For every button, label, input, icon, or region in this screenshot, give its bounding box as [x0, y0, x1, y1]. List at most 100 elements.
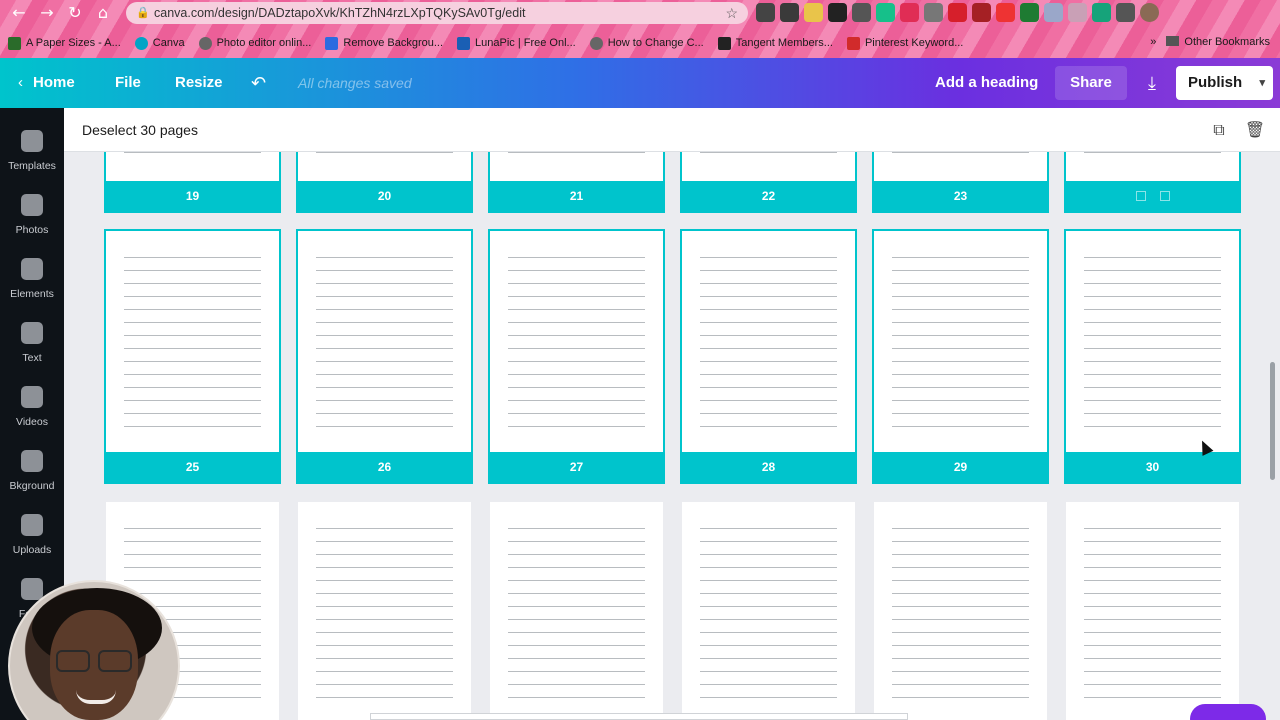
page-thumbnail[interactable]	[874, 502, 1047, 720]
resize-button[interactable]: Resize	[175, 58, 223, 108]
page-thumbnail[interactable]: 28	[680, 229, 857, 484]
page-thumbnail[interactable]: 23	[872, 152, 1049, 213]
extension-icon[interactable]	[852, 3, 871, 22]
address-bar[interactable]: 🔒 canva.com/design/DADztapoXvk/KhTZhN4rz…	[126, 2, 748, 24]
sidebar-item-text[interactable]: Text	[0, 308, 64, 372]
scrollbar-thumb[interactable]	[1270, 362, 1275, 480]
page-number: 30	[1064, 452, 1241, 484]
bookmark-favicon-icon	[325, 36, 339, 50]
extension-icon[interactable]	[780, 3, 799, 22]
page-thumbnail[interactable]	[682, 502, 855, 720]
page-number: 25	[104, 452, 281, 484]
extension-icon[interactable]	[756, 3, 775, 22]
globe-icon	[198, 36, 212, 50]
sidebar-item-background[interactable]: Bkground	[0, 436, 64, 500]
trash-icon[interactable]	[1159, 191, 1170, 201]
extension-icon[interactable]	[924, 3, 943, 22]
publish-button[interactable]: Publish ▾	[1176, 66, 1273, 100]
more-bookmarks-button[interactable]: »	[1150, 36, 1156, 48]
page-lines	[1084, 528, 1221, 710]
extension-icon[interactable]	[876, 3, 895, 22]
page-lines	[316, 257, 453, 439]
page-number: 22	[680, 181, 857, 213]
trash-icon[interactable]: 🗑	[1244, 119, 1266, 141]
bookmarks-bar: A Paper Sizes - A... Canva Photo editor …	[8, 33, 1272, 53]
duplicate-icon[interactable]: ⧉	[1208, 119, 1230, 141]
page-thumbnail[interactable]: 20	[296, 152, 473, 213]
extension-icon[interactable]	[1044, 3, 1063, 22]
extension-icon[interactable]	[1092, 3, 1111, 22]
other-bookmarks[interactable]: Other Bookmarks	[1166, 36, 1270, 48]
page-number: 19	[104, 181, 281, 213]
extension-icon[interactable]	[1020, 3, 1039, 22]
sidebar-item-photos[interactable]: Photos	[0, 180, 64, 244]
menu-icon[interactable]	[1116, 3, 1135, 22]
browser-chrome: ← → ↻ ⌂ 🔒 canva.com/design/DADztapoXvk/K…	[0, 0, 1280, 58]
page-lines	[1084, 257, 1221, 439]
extension-icon[interactable]	[996, 3, 1015, 22]
back-icon[interactable]: ←	[8, 3, 30, 23]
bookmark-item[interactable]: A Paper Sizes - A...	[8, 36, 121, 50]
duplicate-icon[interactable]	[1135, 191, 1146, 201]
page-thumbnail[interactable]: 27	[488, 229, 665, 484]
page-lines	[700, 528, 837, 710]
page-thumbnail[interactable]	[1066, 502, 1239, 720]
forward-icon[interactable]: →	[36, 3, 58, 23]
add-heading-button[interactable]: Add a heading	[935, 58, 1038, 108]
page-thumbnail[interactable]: 19	[104, 152, 281, 213]
page-thumbnail[interactable]: 25	[104, 229, 281, 484]
page-thumbnail[interactable]: 26	[296, 229, 473, 484]
help-button[interactable]	[1190, 704, 1266, 720]
sidebar-item-uploads[interactable]: Uploads	[0, 500, 64, 564]
page-thumbnail[interactable]: 30	[1064, 229, 1241, 484]
bookmark-item[interactable]: Tangent Members...	[717, 36, 833, 50]
lock-icon: 🔒	[136, 7, 150, 19]
bookmark-item[interactable]: How to Change C...	[589, 36, 704, 50]
bookmark-item[interactable]: LunaPic | Free Onl...	[457, 36, 576, 50]
bookmark-favicon-icon	[457, 36, 471, 50]
folder-icon	[1166, 36, 1180, 46]
reload-icon[interactable]: ↻	[64, 3, 86, 23]
page-thumbnail[interactable]	[1064, 152, 1241, 213]
page-lines	[508, 257, 645, 439]
bookmark-item[interactable]: Pinterest Keyword...	[846, 36, 963, 50]
sidebar-item-templates[interactable]: Templates	[0, 116, 64, 180]
star-icon[interactable]: ☆	[725, 2, 738, 24]
bookmark-item[interactable]: Photo editor onlin...	[198, 36, 311, 50]
sidebar-item-videos[interactable]: Videos	[0, 372, 64, 436]
extension-icon[interactable]	[1068, 3, 1087, 22]
page-lines	[1084, 152, 1221, 165]
home-icon[interactable]: ⌂	[92, 3, 114, 23]
deselect-pages-button[interactable]: Deselect 30 pages	[82, 108, 198, 152]
page-thumbnail[interactable]: 21	[488, 152, 665, 213]
pinterest-icon[interactable]	[900, 3, 919, 22]
page-number: 26	[296, 452, 473, 484]
bookmark-item[interactable]: Remove Backgrou...	[325, 36, 443, 50]
canva-favicon-icon	[134, 36, 148, 50]
elements-icon	[21, 258, 43, 280]
sidebar-item-elements[interactable]: Elements	[0, 244, 64, 308]
chevron-down-icon: ▾	[1259, 77, 1265, 89]
extension-icon[interactable]	[828, 3, 847, 22]
page-thumbnail[interactable]	[490, 502, 663, 720]
home-button[interactable]: ‹ Home	[18, 58, 75, 108]
page-grid: 19 20 21 22 23 25 26 27 28 29 30	[64, 152, 1264, 720]
page-thumbnail[interactable]: 29	[872, 229, 1049, 484]
profile-avatar[interactable]	[1140, 3, 1159, 22]
extension-icon[interactable]	[972, 3, 991, 22]
extension-icon[interactable]	[948, 3, 967, 22]
page-lines	[124, 257, 261, 439]
background-icon	[21, 450, 43, 472]
extension-icon[interactable]	[804, 3, 823, 22]
file-menu[interactable]: File	[115, 58, 141, 108]
page-thumbnail[interactable]	[298, 502, 471, 720]
bookmark-item[interactable]: Canva	[134, 36, 185, 50]
upload-icon	[21, 514, 43, 536]
folder-icon	[21, 578, 43, 600]
extensions-bar	[756, 3, 1159, 22]
page-thumbnail[interactable]: 22	[680, 152, 857, 213]
download-icon[interactable]: ⤓	[1135, 66, 1169, 100]
share-button[interactable]: Share	[1055, 66, 1127, 100]
undo-icon[interactable]: ↶	[251, 58, 266, 108]
page-lines	[508, 152, 645, 165]
